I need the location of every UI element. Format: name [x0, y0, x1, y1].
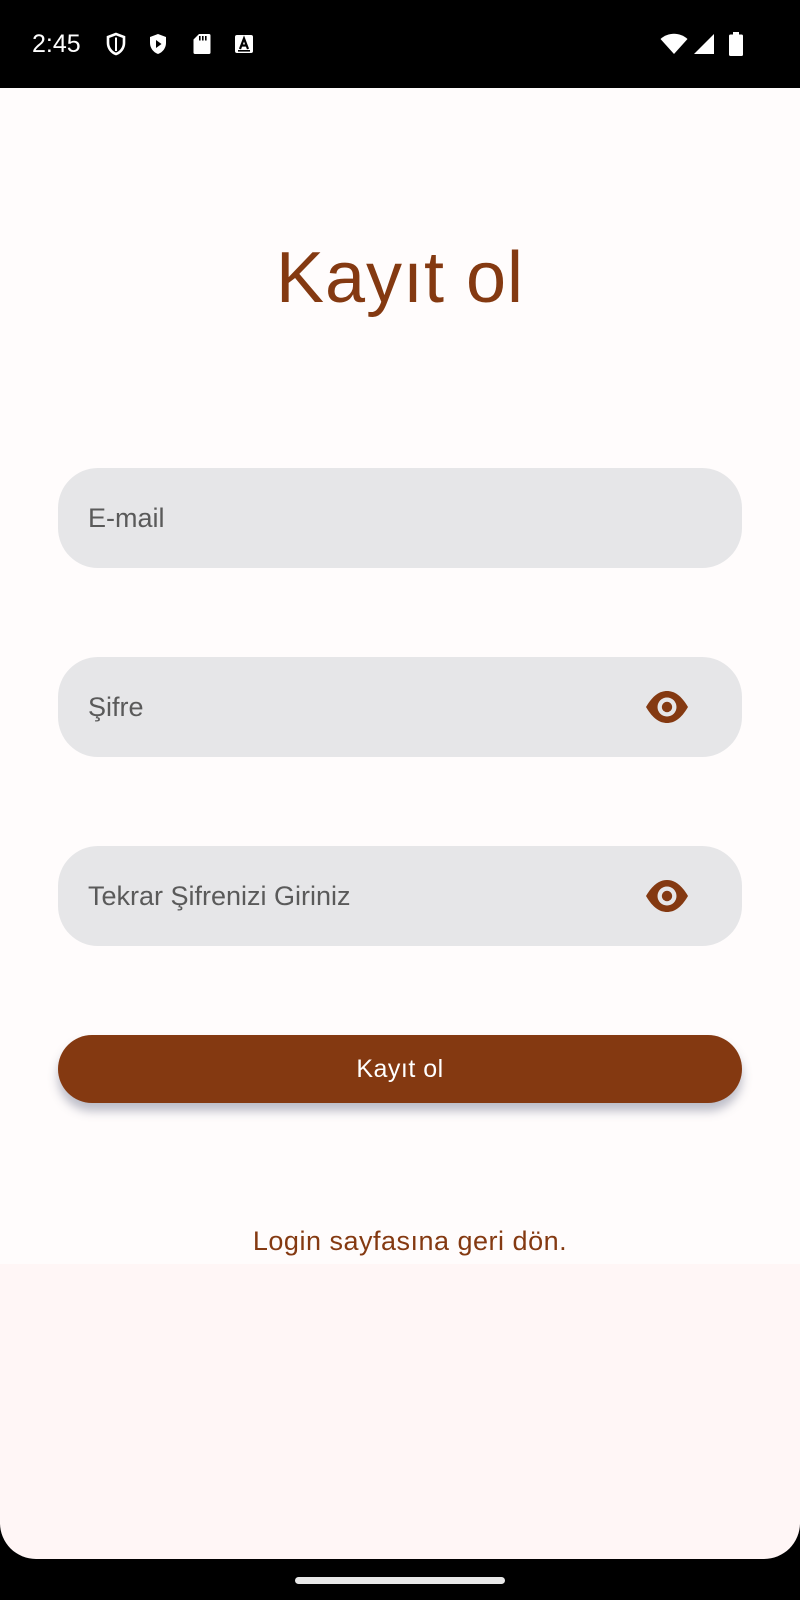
bottom-background	[0, 1264, 800, 1559]
back-to-login-link[interactable]: Login sayfasına geri dön.	[0, 1226, 800, 1257]
register-button[interactable]: Kayıt ol	[58, 1035, 742, 1103]
play-protect-icon	[146, 32, 170, 56]
status-time: 2:45	[32, 30, 81, 58]
screen: 2:45 Kayıt ol E-mail Kayıt ol Login sayf…	[0, 0, 800, 1600]
status-bar: 2:45	[0, 0, 800, 88]
email-input[interactable]	[88, 468, 648, 568]
password-field[interactable]	[58, 657, 742, 757]
show-password-icon[interactable]	[644, 685, 690, 729]
password-repeat-input[interactable]	[88, 846, 648, 946]
register-screen: Kayıt ol Ka	[0, 88, 800, 1264]
cellular-signal-icon	[692, 32, 716, 56]
password-repeat-field[interactable]	[58, 846, 742, 946]
page-title: Kayıt ol	[275, 238, 525, 318]
keyboard-a-icon	[232, 32, 256, 56]
gesture-nav-handle[interactable]	[295, 1577, 505, 1584]
email-field[interactable]	[58, 468, 742, 568]
shield-icon	[104, 32, 128, 56]
sd-card-icon	[190, 32, 214, 56]
show-password-repeat-icon[interactable]	[644, 874, 690, 918]
battery-icon	[728, 32, 744, 56]
wifi-icon	[660, 32, 688, 56]
password-input[interactable]	[88, 657, 648, 757]
